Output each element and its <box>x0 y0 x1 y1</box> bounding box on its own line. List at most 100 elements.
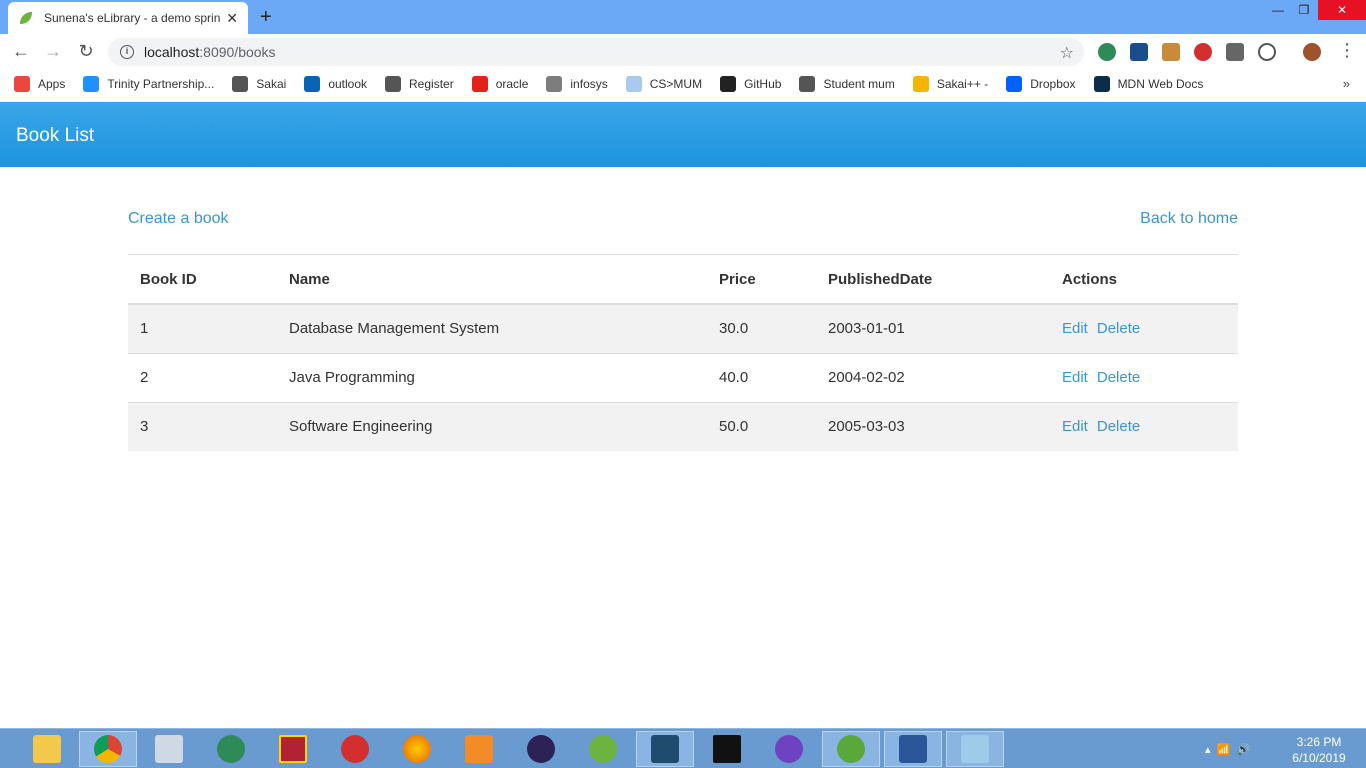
bookmark-label: Register <box>409 77 454 91</box>
edit-link[interactable]: Edit <box>1062 418 1088 435</box>
site-info-icon[interactable]: i <box>120 45 134 59</box>
page-title: Book List <box>16 125 95 146</box>
taskbar-firefox[interactable] <box>388 731 446 767</box>
taskbar-eclipse[interactable] <box>512 731 570 767</box>
taskbar-notepad[interactable] <box>946 731 1004 767</box>
bookmark-label: CS>MUM <box>649 77 703 91</box>
delete-link[interactable]: Delete <box>1097 369 1140 386</box>
table-row: 1 Database Management System 30.0 2003-0… <box>128 303 1238 353</box>
cell-book-id: 3 <box>128 401 277 451</box>
header-ghost-links[interactable]: Create a bookBack to home <box>152 115 338 132</box>
bookmark-favicon-icon <box>1093 76 1110 92</box>
bookmark-favicon-icon <box>546 76 563 92</box>
bookmark-label: Student mum <box>823 77 895 91</box>
taskbar-mysql[interactable] <box>636 731 694 767</box>
bookmark-label: Sakai <box>256 77 287 91</box>
header-price: Price <box>707 255 816 305</box>
extension-globe-icon[interactable] <box>1098 43 1116 61</box>
bookmark-item[interactable]: Student mum <box>799 76 895 92</box>
globe-download-icon <box>217 735 245 763</box>
extension-yab-icon[interactable] <box>1194 43 1212 61</box>
windows-taskbar: ▴ 📶 🔊 3:26 PM 6/10/2019 <box>0 728 1366 768</box>
bookmark-item[interactable]: Sakai++ - <box>912 76 989 92</box>
bookmark-label: GitHub <box>744 77 782 91</box>
new-tab-button[interactable]: + <box>260 6 272 29</box>
taskbar-github-desktop[interactable] <box>760 731 818 767</box>
taskbar-nepal-app[interactable] <box>264 731 322 767</box>
back-arrow-icon[interactable]: ← <box>10 41 32 62</box>
browser-tab[interactable]: Sunena's eLibrary - a demo sprin ✕ <box>8 2 248 34</box>
extension-sync-icon[interactable] <box>1258 43 1276 61</box>
bookmark-favicon-icon <box>720 76 737 92</box>
bookmark-star-icon[interactable]: ☆ <box>1060 43 1074 63</box>
github-cat-icon <box>775 735 803 763</box>
reload-icon[interactable]: ↻ <box>75 41 97 62</box>
taskbar-pdf-reader[interactable] <box>326 731 384 767</box>
forward-arrow-icon[interactable]: → <box>42 41 64 62</box>
delete-link[interactable]: Delete <box>1097 320 1140 337</box>
folder-icon <box>33 735 61 763</box>
bookmark-item[interactable]: MDN Web Docs <box>1093 76 1203 92</box>
taskbar-foxit[interactable] <box>450 731 508 767</box>
cell-published-date: 2004-02-02 <box>816 352 1050 402</box>
bookmarks-bar: Apps Trinity Partnership... Sakai outlook Re… <box>0 70 1366 98</box>
profile-avatar[interactable] <box>1303 43 1321 61</box>
taskbar-clock[interactable]: 3:26 PM 6/10/2019 <box>1284 734 1354 766</box>
bookmark-label: Sakai++ - <box>936 77 989 91</box>
cell-actions: Edit Delete <box>1050 303 1238 353</box>
bookmark-favicon-icon <box>304 76 321 92</box>
taskbar-download-manager[interactable] <box>202 731 260 767</box>
bookmark-item[interactable]: infosys <box>546 76 608 92</box>
bookmark-item[interactable]: Trinity Partnership... <box>83 76 214 92</box>
bookmark-favicon-icon <box>83 76 100 92</box>
taskbar-spring-tool[interactable] <box>574 731 632 767</box>
system-tray[interactable]: ▴ 📶 🔊 <box>1205 743 1250 756</box>
bookmark-item[interactable]: Register <box>385 76 454 92</box>
taskbar-word[interactable] <box>884 731 942 767</box>
address-bar[interactable]: i localhost:8090/books ☆ <box>108 38 1084 66</box>
taskbar-file-explorer[interactable] <box>18 731 76 767</box>
flag-icon <box>279 735 307 763</box>
delete-link[interactable]: Delete <box>1097 418 1140 435</box>
table-row: 3 Software Engineering 50.0 2005-03-03 E… <box>128 401 1238 451</box>
bookmark-favicon-icon <box>14 76 30 92</box>
close-tab-icon[interactable]: ✕ <box>226 10 238 27</box>
bookmark-favicon-icon <box>471 76 488 92</box>
back-to-home-link[interactable]: Back to home <box>1140 210 1238 228</box>
cell-price: 30.0 <box>707 303 816 353</box>
taskbar-chrome[interactable] <box>79 731 137 767</box>
close-window-button[interactable]: ✕ <box>1318 0 1366 20</box>
bookmark-item[interactable]: CS>MUM <box>625 76 703 92</box>
extension-chart-icon[interactable] <box>1130 43 1148 61</box>
spring-leaf-icon <box>837 735 865 763</box>
cell-published-date: 2005-03-03 <box>816 401 1050 451</box>
bookmark-item[interactable]: oracle <box>471 76 528 92</box>
taskbar-calculator[interactable] <box>140 731 198 767</box>
restore-button[interactable]: ❐ <box>1294 0 1314 20</box>
chrome-menu-icon[interactable]: ⋮ <box>1338 40 1356 61</box>
cell-price: 50.0 <box>707 401 816 451</box>
bookmark-label: Dropbox <box>1030 77 1076 91</box>
edit-link[interactable]: Edit <box>1062 320 1088 337</box>
bookmark-label: Trinity Partnership... <box>107 77 215 91</box>
bookmark-item[interactable]: GitHub <box>720 76 781 92</box>
extension-facebook-icon[interactable] <box>1226 43 1244 61</box>
extension-paint-icon[interactable] <box>1162 43 1180 61</box>
create-book-link[interactable]: Create a book <box>128 210 229 228</box>
cell-price: 40.0 <box>707 352 816 402</box>
bookmark-item[interactable]: Sakai <box>232 76 286 92</box>
edit-link[interactable]: Edit <box>1062 369 1088 386</box>
taskbar-intellij[interactable] <box>698 731 756 767</box>
intellij-icon <box>713 735 741 763</box>
minimize-button[interactable]: — <box>1268 0 1288 20</box>
word-icon <box>899 735 927 763</box>
taskbar-spring-boot[interactable] <box>822 731 880 767</box>
bookmark-label: outlook <box>328 77 368 91</box>
bookmarks-overflow-icon[interactable]: » <box>1343 76 1350 91</box>
bookmark-item[interactable]: outlook <box>304 76 367 92</box>
bookmark-item[interactable]: Dropbox <box>1006 76 1076 92</box>
bookmark-item[interactable]: Apps <box>14 76 65 92</box>
clock-date: 6/10/2019 <box>1292 751 1346 765</box>
cell-name: Java Programming <box>277 352 707 402</box>
book-table: Book ID Name Price PublishedDate Actions… <box>128 255 1238 451</box>
